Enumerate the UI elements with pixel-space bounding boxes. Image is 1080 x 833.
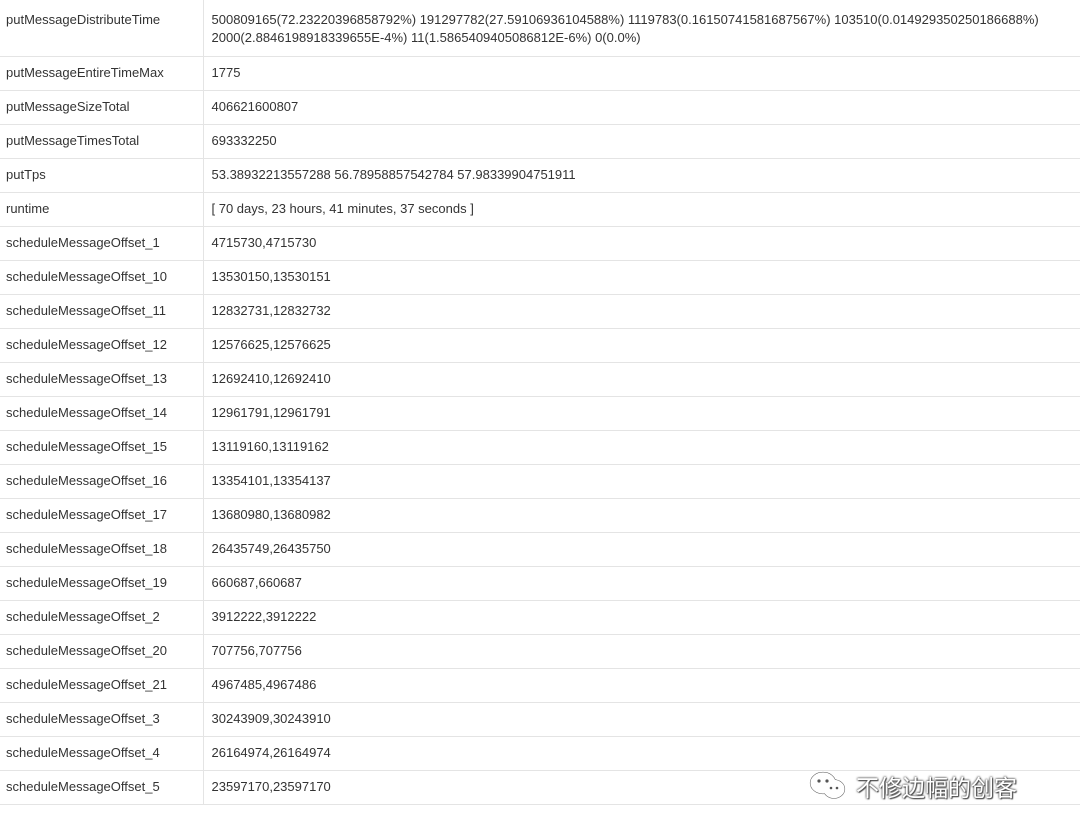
row-key: scheduleMessageOffset_20 bbox=[0, 634, 204, 669]
row-key: putMessageDistributeTime bbox=[0, 0, 204, 57]
row-value: [ 70 days, 23 hours, 41 minutes, 37 seco… bbox=[203, 192, 1080, 227]
row-value: 13530150,13530151 bbox=[203, 260, 1080, 295]
row-key: scheduleMessageOffset_4 bbox=[0, 736, 204, 771]
row-value: 4715730,4715730 bbox=[203, 226, 1080, 261]
row-value: 13680980,13680982 bbox=[203, 498, 1080, 533]
table-row: scheduleMessageOffset_12 12576625,125766… bbox=[0, 328, 1080, 363]
table-row: scheduleMessageOffset_15 13119160,131191… bbox=[0, 430, 1080, 465]
row-key: scheduleMessageOffset_1 bbox=[0, 226, 204, 261]
table-row: scheduleMessageOffset_13 12692410,126924… bbox=[0, 362, 1080, 397]
row-value: 693332250 bbox=[203, 124, 1080, 159]
table-row: scheduleMessageOffset_16 13354101,133541… bbox=[0, 464, 1080, 499]
stats-table: putMessageDistributeTime 500809165(72.23… bbox=[0, 0, 1080, 805]
table-row: putMessageDistributeTime 500809165(72.23… bbox=[0, 0, 1080, 57]
table-row: scheduleMessageOffset_14 12961791,129617… bbox=[0, 396, 1080, 431]
row-value: 13119160,13119162 bbox=[203, 430, 1080, 465]
table-row: scheduleMessageOffset_19 660687,660687 bbox=[0, 566, 1080, 601]
row-key: scheduleMessageOffset_16 bbox=[0, 464, 204, 499]
row-value: 30243909,30243910 bbox=[203, 702, 1080, 737]
row-key: scheduleMessageOffset_12 bbox=[0, 328, 204, 363]
row-key: scheduleMessageOffset_13 bbox=[0, 362, 204, 397]
row-key: scheduleMessageOffset_18 bbox=[0, 532, 204, 567]
row-value: 707756,707756 bbox=[203, 634, 1080, 669]
table-row: scheduleMessageOffset_10 13530150,135301… bbox=[0, 260, 1080, 295]
row-key: scheduleMessageOffset_10 bbox=[0, 260, 204, 295]
table-row: runtime [ 70 days, 23 hours, 41 minutes,… bbox=[0, 192, 1080, 227]
table-row: scheduleMessageOffset_17 13680980,136809… bbox=[0, 498, 1080, 533]
row-key: scheduleMessageOffset_15 bbox=[0, 430, 204, 465]
row-key: scheduleMessageOffset_21 bbox=[0, 668, 204, 703]
row-value: 1775 bbox=[203, 56, 1080, 91]
watermark: 不修边幅的创客 bbox=[808, 766, 1017, 806]
row-value: 12692410,12692410 bbox=[203, 362, 1080, 397]
row-key: putMessageSizeTotal bbox=[0, 90, 204, 125]
row-key: scheduleMessageOffset_14 bbox=[0, 396, 204, 431]
row-value: 26435749,26435750 bbox=[203, 532, 1080, 567]
row-key: putTps bbox=[0, 158, 204, 193]
row-key: scheduleMessageOffset_2 bbox=[0, 600, 204, 635]
table-row: putMessageEntireTimeMax 1775 bbox=[0, 56, 1080, 91]
row-key: scheduleMessageOffset_5 bbox=[0, 770, 204, 805]
row-value: 53.38932213557288 56.78958857542784 57.9… bbox=[203, 158, 1080, 193]
table-row: scheduleMessageOffset_2 3912222,3912222 bbox=[0, 600, 1080, 635]
wechat-logo-icon bbox=[809, 771, 846, 799]
table-row: scheduleMessageOffset_11 12832731,128327… bbox=[0, 294, 1080, 329]
row-value: 12961791,12961791 bbox=[203, 396, 1080, 431]
row-value: 4967485,4967486 bbox=[203, 668, 1080, 703]
row-value: 500809165(72.23220396858792%) 191297782(… bbox=[203, 0, 1080, 57]
table-row: putTps 53.38932213557288 56.789588575427… bbox=[0, 158, 1080, 193]
row-key: runtime bbox=[0, 192, 204, 227]
row-value: 26164974,26164974 bbox=[203, 736, 1080, 771]
row-key: scheduleMessageOffset_3 bbox=[0, 702, 204, 737]
table-row: putMessageTimesTotal 693332250 bbox=[0, 124, 1080, 159]
table-row: scheduleMessageOffset_20 707756,707756 bbox=[0, 634, 1080, 669]
row-value: 660687,660687 bbox=[203, 566, 1080, 601]
row-key: scheduleMessageOffset_19 bbox=[0, 566, 204, 601]
table-row: scheduleMessageOffset_1 4715730,4715730 bbox=[0, 226, 1080, 261]
row-key: scheduleMessageOffset_11 bbox=[0, 294, 204, 329]
row-key: putMessageTimesTotal bbox=[0, 124, 204, 159]
table-row: scheduleMessageOffset_18 26435749,264357… bbox=[0, 532, 1080, 567]
table-row: putMessageSizeTotal 406621600807 bbox=[0, 90, 1080, 125]
row-value: 406621600807 bbox=[203, 90, 1080, 125]
row-value: 3912222,3912222 bbox=[203, 600, 1080, 635]
table-row: scheduleMessageOffset_21 4967485,4967486 bbox=[0, 668, 1080, 703]
row-value: 12576625,12576625 bbox=[203, 328, 1080, 363]
row-value: 13354101,13354137 bbox=[203, 464, 1080, 499]
watermark-text: 不修边幅的创客 bbox=[856, 775, 1017, 801]
table-row: scheduleMessageOffset_3 30243909,3024391… bbox=[0, 702, 1080, 737]
row-key: scheduleMessageOffset_17 bbox=[0, 498, 204, 533]
row-key: putMessageEntireTimeMax bbox=[0, 56, 204, 91]
table-row: scheduleMessageOffset_4 26164974,2616497… bbox=[0, 736, 1080, 771]
row-value: 12832731,12832732 bbox=[203, 294, 1080, 329]
